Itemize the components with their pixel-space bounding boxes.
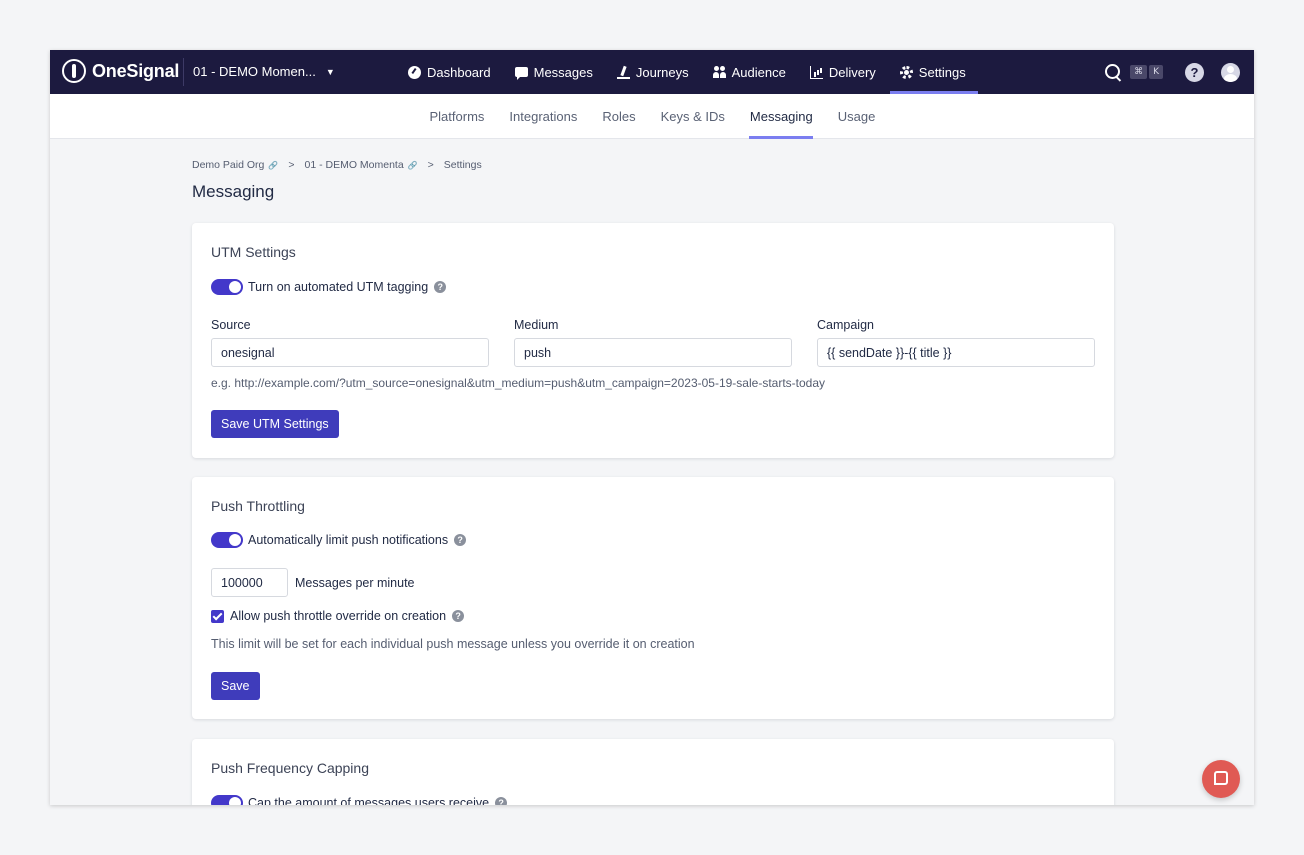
help-circle-icon[interactable]: ? — [495, 797, 508, 805]
tab-messaging[interactable]: Messaging — [737, 94, 825, 139]
breadcrumb-app[interactable]: 01 - DEMO Momenta — [304, 159, 403, 171]
push-frequency-capping-card: Push Frequency Capping Cap the amount of… — [192, 739, 1114, 805]
help-circle-icon[interactable]: ? — [452, 610, 465, 622]
nav-journeys-label: Journeys — [635, 64, 689, 80]
settings-subnav: Platforms Integrations Roles Keys & IDs … — [50, 94, 1254, 139]
shortcut-key-k: K — [1149, 65, 1163, 79]
help-circle-icon[interactable]: ? — [454, 534, 467, 546]
throttle-override-checkbox[interactable] — [211, 610, 224, 623]
dashboard-icon — [408, 65, 421, 79]
capping-toggle[interactable] — [211, 795, 243, 805]
campaign-label: Campaign — [817, 318, 874, 332]
breadcrumb: Demo Paid Org 🔗 > 01 - DEMO Momenta 🔗 > … — [192, 159, 482, 171]
shortcut-key-cmd: ⌘ — [1130, 65, 1148, 79]
throttle-note-text: This limit will be set for each individu… — [211, 637, 695, 651]
app-window: OneSignal 01 - DEMO Momen... ▼ Dashboard… — [50, 50, 1254, 805]
brand-logo-link[interactable]: OneSignal — [62, 59, 179, 83]
app-selector[interactable]: 01 - DEMO Momen... ▼ — [193, 64, 335, 79]
nav-audience-label: Audience — [731, 64, 786, 80]
journeys-icon — [616, 66, 630, 79]
nav-dashboard[interactable]: Dashboard — [396, 50, 503, 94]
breadcrumb-settings: Settings — [443, 159, 482, 171]
nav-dashboard-label: Dashboard — [427, 64, 491, 80]
tab-keys-ids[interactable]: Keys & IDs — [648, 94, 737, 139]
nav-messages[interactable]: Messages — [503, 50, 605, 94]
nav-delivery-label: Delivery — [828, 64, 876, 80]
messages-per-minute-label: Messages per minute — [295, 576, 415, 590]
top-navigation-bar: OneSignal 01 - DEMO Momen... ▼ Dashboard… — [50, 50, 1254, 94]
avatar[interactable] — [1221, 62, 1240, 82]
help-icon[interactable]: ? — [1185, 62, 1204, 82]
breadcrumb-separator: > — [288, 159, 295, 171]
search-icon[interactable] — [1104, 63, 1122, 81]
link-icon: 🔗 — [407, 160, 418, 170]
app-selector-label: 01 - DEMO Momen... — [193, 64, 316, 79]
card-title: Push Frequency Capping — [211, 760, 369, 776]
source-label: Source — [211, 318, 251, 332]
audience-icon — [712, 65, 726, 79]
throttle-toggle-label: Automatically limit push notifications — [248, 533, 449, 547]
tab-roles[interactable]: Roles — [590, 94, 648, 139]
nav-audience[interactable]: Audience — [701, 50, 798, 94]
utm-example-text: e.g. http://example.com/?utm_source=ones… — [211, 376, 826, 390]
save-throttle-button[interactable]: Save — [211, 672, 260, 700]
medium-label: Medium — [514, 318, 559, 332]
throttle-toggle[interactable] — [211, 532, 243, 548]
card-title: Push Throttling — [211, 498, 305, 514]
onesignal-logo-icon — [62, 59, 86, 83]
nav-utilities: ⌘ K ? — [1104, 50, 1240, 94]
divider — [183, 58, 184, 86]
caret-down-icon: ▼ — [325, 66, 335, 77]
tab-usage[interactable]: Usage — [825, 94, 888, 139]
delivery-icon — [809, 65, 823, 79]
push-throttling-card: Push Throttling Automatically limit push… — [192, 477, 1114, 719]
gear-icon — [899, 65, 913, 79]
nav-journeys[interactable]: Journeys — [605, 50, 701, 94]
save-utm-settings-button[interactable]: Save UTM Settings — [211, 410, 339, 438]
utm-toggle[interactable] — [211, 279, 243, 295]
source-input[interactable] — [211, 338, 489, 367]
nav-delivery[interactable]: Delivery — [798, 50, 888, 94]
utm-settings-card: UTM Settings Turn on automated UTM taggi… — [192, 223, 1114, 458]
nav-messages-label: Messages — [533, 64, 593, 80]
help-circle-icon[interactable]: ? — [434, 281, 447, 293]
utm-toggle-label: Turn on automated UTM tagging — [248, 280, 429, 294]
breadcrumb-org[interactable]: Demo Paid Org — [192, 159, 264, 171]
message-icon — [514, 67, 528, 80]
nav-settings-label: Settings — [918, 64, 966, 80]
link-icon: 🔗 — [268, 160, 279, 170]
nav-settings[interactable]: Settings — [888, 50, 978, 94]
brand-name: OneSignal — [92, 60, 180, 81]
main-nav: Dashboard Messages Journeys Audience Del… — [396, 50, 978, 94]
tab-platforms[interactable]: Platforms — [417, 94, 497, 139]
throttle-override-label: Allow push throttle override on creation — [230, 609, 447, 623]
breadcrumb-separator: > — [427, 159, 434, 171]
medium-input[interactable] — [514, 338, 792, 367]
capping-toggle-label: Cap the amount of messages users receive — [248, 796, 490, 805]
campaign-input[interactable] — [817, 338, 1095, 367]
chat-support-icon[interactable] — [1202, 760, 1240, 798]
card-title: UTM Settings — [211, 244, 296, 260]
messages-per-minute-input[interactable] — [211, 568, 288, 597]
page-title: Messaging — [192, 182, 275, 201]
tab-integrations[interactable]: Integrations — [497, 94, 590, 139]
